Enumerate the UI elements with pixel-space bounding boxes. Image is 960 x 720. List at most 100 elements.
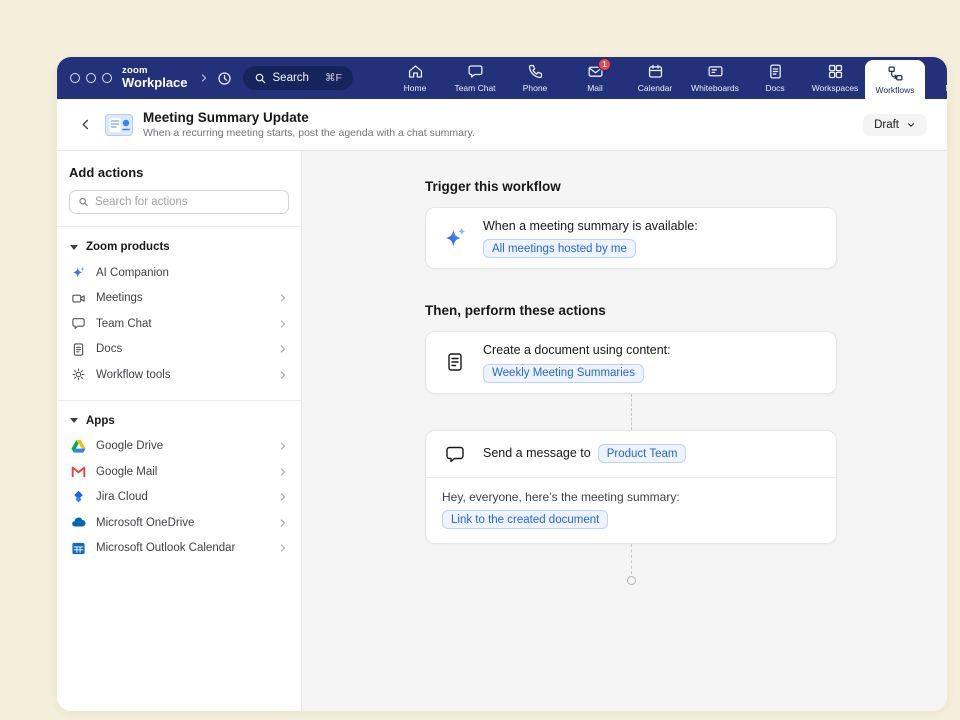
nav-item-workspaces[interactable]: Workspaces bbox=[805, 57, 865, 99]
workspaces-icon bbox=[827, 63, 844, 80]
gmail-icon bbox=[70, 464, 86, 479]
document-icon bbox=[442, 352, 468, 372]
sidebar-item-label: Google Mail bbox=[96, 466, 157, 478]
sidebar-item-google-drive[interactable]: Google Drive bbox=[57, 434, 301, 460]
nav-item-label: Mail bbox=[587, 83, 603, 93]
whiteboard-icon bbox=[707, 63, 724, 80]
outlook-calendar-icon bbox=[70, 541, 86, 556]
nav-item-label: Workspaces bbox=[812, 83, 859, 93]
nav-item-more[interactable]: More bbox=[925, 57, 947, 99]
sidebar-item-workflow-tools[interactable]: Workflow tools bbox=[57, 362, 301, 388]
message-link-tag[interactable]: Link to the created document bbox=[442, 510, 608, 529]
google-drive-icon bbox=[70, 439, 86, 454]
doc-page-icon bbox=[70, 342, 86, 357]
workflow-canvas: Trigger this workflow When a meeting sum… bbox=[302, 151, 947, 711]
nav-item-label: More bbox=[945, 83, 947, 93]
sidebar-item-ai-companion[interactable]: AI Companion bbox=[57, 260, 301, 286]
nav-item-whiteboards[interactable]: Whiteboards bbox=[685, 57, 745, 99]
sidebar-item-label: Google Drive bbox=[96, 440, 163, 452]
window-controls bbox=[70, 73, 112, 83]
sidebar-item-google-mail[interactable]: Google Mail bbox=[57, 459, 301, 485]
sidebar-item-jira-cloud[interactable]: Jira Cloud bbox=[57, 485, 301, 511]
collapse-triangle-icon bbox=[70, 418, 78, 423]
nav-item-label: Calendar bbox=[638, 83, 673, 93]
nav-item-home[interactable]: Home bbox=[385, 57, 445, 99]
window-control-dot[interactable] bbox=[70, 73, 80, 83]
sidebar-item-microsoft-outlook-calendar[interactable]: Microsoft Outlook Calendar bbox=[57, 536, 301, 562]
message-recipient-tag[interactable]: Product Team bbox=[598, 444, 687, 463]
chevron-right-icon bbox=[277, 440, 289, 452]
create-document-action-card[interactable]: Create a document using content: Weekly … bbox=[425, 331, 837, 393]
jira-icon bbox=[70, 490, 86, 505]
search-shortcut: ⌘F bbox=[325, 72, 342, 84]
sidebar-item-label: Team Chat bbox=[96, 318, 152, 330]
team-chat-icon bbox=[467, 63, 484, 80]
back-button[interactable] bbox=[73, 113, 97, 137]
workflow-connector bbox=[425, 394, 837, 430]
top-navigation-bar: zoom Workplace Search ⌘F Home Team Chat bbox=[57, 57, 947, 99]
team-chat-bubble-icon bbox=[70, 316, 86, 331]
page-title: Meeting Summary Update bbox=[143, 110, 475, 125]
section-label: Apps bbox=[86, 415, 115, 427]
nav-item-mail[interactable]: 1 Mail bbox=[565, 57, 625, 99]
nav-item-label: Docs bbox=[765, 83, 784, 93]
dashed-connector-line bbox=[631, 544, 632, 574]
actions-search-box bbox=[69, 190, 289, 214]
nav-item-workflows[interactable]: Workflows bbox=[865, 60, 925, 99]
chat-bubble-icon bbox=[442, 444, 468, 464]
chevron-right-icon bbox=[277, 466, 289, 478]
nav-item-phone[interactable]: Phone bbox=[505, 57, 565, 99]
zoom-workplace-logo: zoom Workplace bbox=[122, 66, 188, 90]
section-header-zoom-products[interactable]: Zoom products bbox=[57, 235, 301, 260]
sidebar-item-microsoft-onedrive[interactable]: Microsoft OneDrive bbox=[57, 510, 301, 536]
chevron-right-icon bbox=[277, 517, 289, 529]
search-icon bbox=[78, 196, 89, 208]
create-document-text: Create a document using content: bbox=[483, 342, 671, 358]
actions-search-input[interactable] bbox=[95, 196, 280, 208]
trigger-card-content: When a meeting summary is available: All… bbox=[483, 218, 698, 258]
status-dropdown[interactable]: Draft bbox=[863, 114, 927, 136]
sidebar-item-team-chat[interactable]: Team Chat bbox=[57, 311, 301, 337]
section-label: Zoom products bbox=[86, 241, 170, 253]
workflow-end-connector bbox=[425, 544, 837, 585]
nav-item-calendar[interactable]: Calendar bbox=[625, 57, 685, 99]
nav-item-label: Team Chat bbox=[454, 83, 495, 93]
trigger-card-text: When a meeting summary is available: bbox=[483, 218, 698, 234]
window-control-dot[interactable] bbox=[86, 73, 96, 83]
sidebar-title: Add actions bbox=[69, 165, 289, 180]
phone-icon bbox=[527, 63, 544, 80]
send-message-header: Send a message to Product Team bbox=[426, 431, 836, 478]
global-search-button[interactable]: Search ⌘F bbox=[243, 66, 353, 90]
chevron-right-icon bbox=[277, 491, 289, 503]
send-message-action-card[interactable]: Send a message to Product Team Hey, ever… bbox=[425, 430, 837, 545]
search-icon bbox=[254, 72, 267, 85]
workflows-icon bbox=[887, 65, 904, 82]
chevron-right-icon bbox=[277, 369, 289, 381]
nav-item-label: Workflows bbox=[875, 85, 914, 95]
section-header-apps[interactable]: Apps bbox=[57, 409, 301, 434]
workflow-thumbnail-icon bbox=[105, 113, 133, 137]
ai-companion-sparkle-icon bbox=[70, 265, 86, 280]
chevron-right-icon bbox=[277, 542, 289, 554]
nav-item-team-chat[interactable]: Team Chat bbox=[445, 57, 505, 99]
search-label: Search bbox=[273, 72, 309, 84]
calendar-icon bbox=[647, 63, 664, 80]
sidebar-item-meetings[interactable]: Meetings bbox=[57, 286, 301, 312]
trigger-card[interactable]: When a meeting summary is available: All… bbox=[425, 207, 837, 269]
window-control-dot[interactable] bbox=[102, 73, 112, 83]
sidebar-item-label: Jira Cloud bbox=[96, 491, 148, 503]
onedrive-icon bbox=[70, 515, 86, 530]
more-dots-icon bbox=[947, 63, 948, 80]
primary-nav: Home Team Chat Phone 1 Mail Calendar bbox=[385, 57, 947, 99]
docs-icon bbox=[767, 63, 784, 80]
ai-companion-sparkle-icon bbox=[442, 225, 468, 251]
workspace-body: Add actions Zoom products AI Companion bbox=[57, 151, 947, 711]
workflow-titles: Meeting Summary Update When a recurring … bbox=[143, 110, 475, 139]
nav-item-docs[interactable]: Docs bbox=[745, 57, 805, 99]
document-content-tag[interactable]: Weekly Meeting Summaries bbox=[483, 364, 644, 383]
sidebar-item-docs[interactable]: Docs bbox=[57, 337, 301, 363]
add-step-node[interactable] bbox=[627, 576, 636, 585]
sidebar-item-label: Microsoft Outlook Calendar bbox=[96, 542, 235, 554]
trigger-scope-tag[interactable]: All meetings hosted by me bbox=[483, 239, 636, 258]
history-icon[interactable] bbox=[216, 70, 233, 87]
